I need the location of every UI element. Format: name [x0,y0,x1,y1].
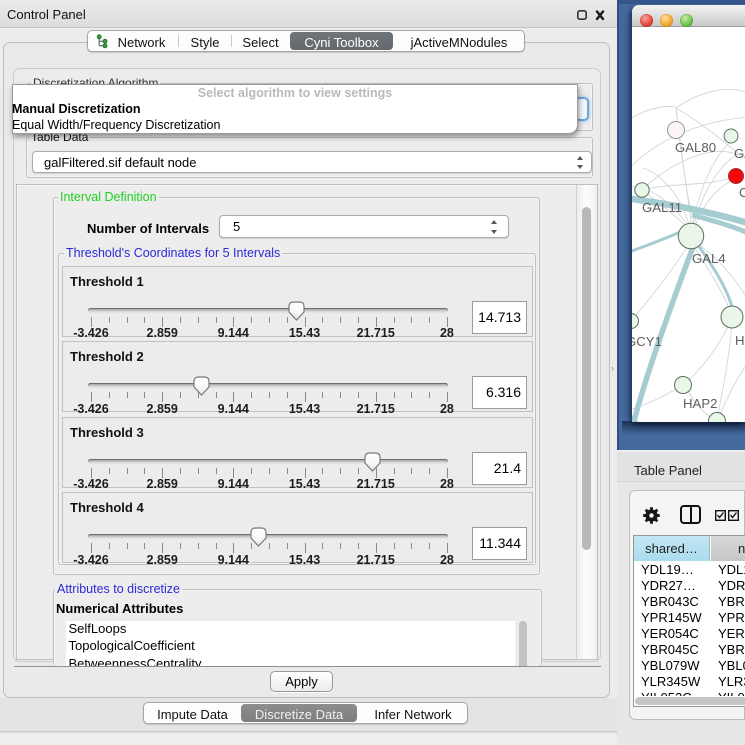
svg-text:GAL80: GAL80 [675,140,716,155]
svg-text:C: C [739,185,745,200]
svg-text:GAL11: GAL11 [642,200,682,215]
svg-text:GA: GA [734,146,745,161]
svg-text:GCY1: GCY1 [632,334,662,349]
svg-text:HAP2: HAP2 [683,396,717,411]
svg-text:H: H [735,333,745,348]
svg-text:GAL4: GAL4 [692,251,726,266]
